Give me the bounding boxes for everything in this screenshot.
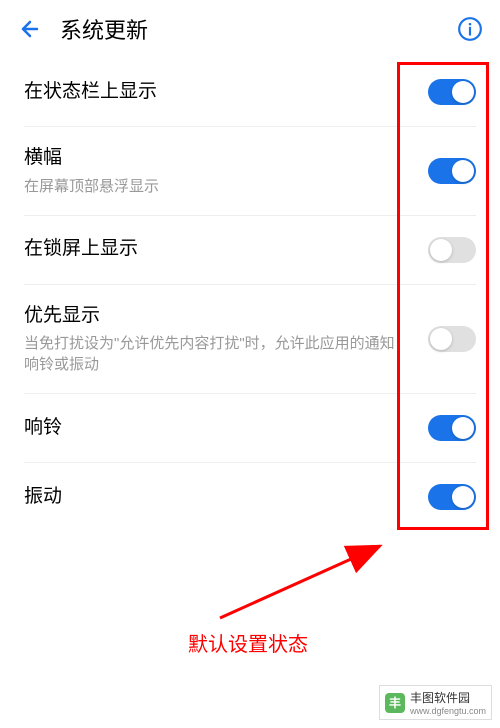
annotation-text: 默认设置状态 xyxy=(188,628,308,657)
setting-label: 振动 xyxy=(24,484,408,511)
setting-label: 横幅 xyxy=(24,145,408,172)
setting-banner: 横幅 在屏幕顶部悬浮显示 xyxy=(0,127,500,215)
toggle-banner[interactable] xyxy=(428,158,476,184)
toggle-priority[interactable] xyxy=(428,326,476,352)
setting-vibrate: 振动 xyxy=(0,463,500,531)
setting-label: 在状态栏上显示 xyxy=(24,79,408,106)
header: 系统更新 xyxy=(0,0,500,58)
setting-priority: 优先显示 当免打扰设为"允许优先内容打扰"时，允许此应用的通知响铃或振动 xyxy=(0,285,500,394)
toggle-status-bar[interactable] xyxy=(428,79,476,105)
setting-label: 在锁屏上显示 xyxy=(24,236,408,263)
settings-list: 在状态栏上显示 横幅 在屏幕顶部悬浮显示 在锁屏上显示 优先显示 当免打扰设为"… xyxy=(0,58,500,531)
info-icon[interactable] xyxy=(456,15,484,43)
watermark-title: 丰图软件园 xyxy=(410,689,486,706)
watermark: 丰 丰图软件园 www.dgfengtu.com xyxy=(379,685,492,720)
setting-label: 响铃 xyxy=(24,415,408,442)
watermark-logo-icon: 丰 xyxy=(385,693,405,713)
setting-text: 横幅 在屏幕顶部悬浮显示 xyxy=(24,145,428,197)
setting-text: 在锁屏上显示 xyxy=(24,236,428,263)
back-icon[interactable] xyxy=(16,15,44,43)
page-title: 系统更新 xyxy=(60,13,456,45)
toggle-lockscreen[interactable] xyxy=(428,237,476,263)
setting-desc: 在屏幕顶部悬浮显示 xyxy=(24,176,408,197)
setting-label: 优先显示 xyxy=(24,303,408,330)
setting-text: 优先显示 当免打扰设为"允许优先内容打扰"时，允许此应用的通知响铃或振动 xyxy=(24,303,428,376)
watermark-url: www.dgfengtu.com xyxy=(410,706,486,716)
annotation-arrow xyxy=(205,538,405,643)
setting-ring: 响铃 xyxy=(0,394,500,462)
setting-text: 响铃 xyxy=(24,415,428,442)
setting-text: 在状态栏上显示 xyxy=(24,79,428,106)
setting-lockscreen: 在锁屏上显示 xyxy=(0,216,500,284)
setting-status-bar: 在状态栏上显示 xyxy=(0,58,500,126)
toggle-ring[interactable] xyxy=(428,415,476,441)
setting-desc: 当免打扰设为"允许优先内容打扰"时，允许此应用的通知响铃或振动 xyxy=(24,333,408,375)
toggle-vibrate[interactable] xyxy=(428,484,476,510)
setting-text: 振动 xyxy=(24,484,428,511)
